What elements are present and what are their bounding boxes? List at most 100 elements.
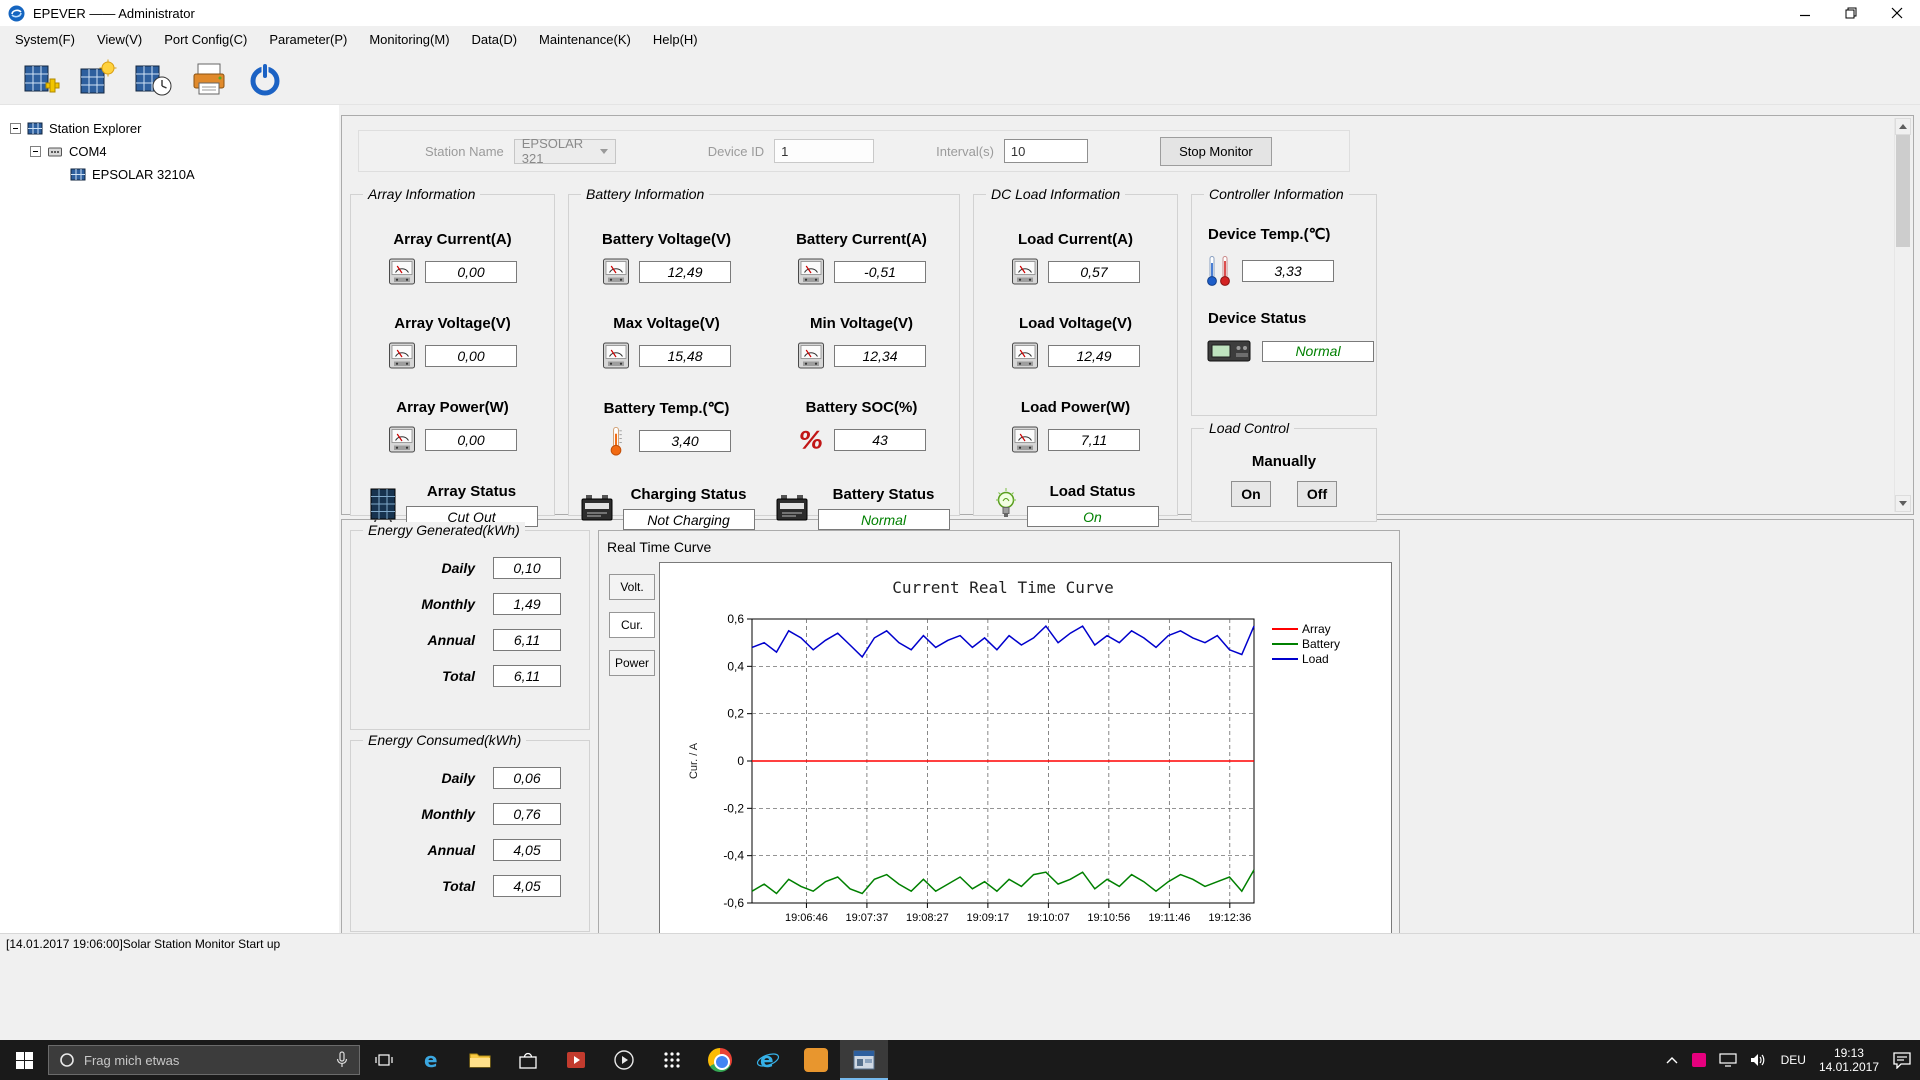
current-real-time-chart: Current Real Time Curve Cur. / A 0,6 0,4 0,2… [659, 562, 1392, 948]
tree-node-station-explorer[interactable]: Station Explorer [0, 117, 339, 140]
tray-pink-app-icon[interactable] [1691, 1053, 1706, 1067]
svg-text:Cur. / A: Cur. / A [688, 742, 700, 779]
print-data-button[interactable] [188, 58, 230, 100]
tray-monitor-icon[interactable] [1718, 1053, 1737, 1067]
menu-data[interactable]: Data(D) [461, 27, 529, 52]
tab-cur[interactable]: Cur. [609, 612, 655, 638]
svg-text:19:06:46: 19:06:46 [785, 912, 828, 924]
svg-text:-0,6: -0,6 [723, 896, 744, 910]
svg-text:19:10:56: 19:10:56 [1087, 912, 1130, 924]
content-area: Station Explorer COM4 EPSOLAR 3210A Stat… [0, 105, 1920, 960]
controller-information-group: Controller Information Device Temp.(℃) 3… [1191, 186, 1377, 416]
scrollbar-track[interactable] [1895, 135, 1911, 495]
metric-array-power: Array Power(W) 0,00 [351, 399, 554, 455]
tray-chevron-up-icon[interactable] [1665, 1055, 1679, 1065]
taskbar-epever-monitor-active[interactable] [840, 1040, 888, 1080]
action-center-icon[interactable] [1892, 1051, 1912, 1069]
group-title: Battery Information [581, 186, 710, 202]
tab-power[interactable]: Power [609, 650, 655, 676]
taskbar-epsolar-tool[interactable] [792, 1040, 840, 1080]
realtime-info-panel: Station Name EPSOLAR 321 Device ID 1 Int… [341, 115, 1914, 530]
gauge-meter-icon [388, 256, 416, 287]
menu-view[interactable]: View(V) [86, 27, 153, 52]
restore-icon [1845, 7, 1857, 19]
array-information-group: Array Information Array Current(A) 0,00 … [350, 186, 555, 527]
scroll-down-button[interactable] [1895, 495, 1911, 512]
interval-input[interactable]: 10 [1003, 139, 1088, 163]
close-button[interactable] [1874, 0, 1920, 26]
tree-label: Station Explorer [49, 121, 142, 136]
vertical-scrollbar[interactable] [1894, 118, 1911, 512]
taskbar-edge[interactable]: e [408, 1040, 456, 1080]
thermometer-pair-icon [1206, 254, 1232, 288]
group-title: Energy Generated(kWh) [363, 522, 525, 538]
svg-text:0,2: 0,2 [727, 707, 744, 721]
main-panel: Station Name EPSOLAR 321 Device ID 1 Int… [339, 105, 1920, 960]
taskbar-clock[interactable]: 19:13 14.01.2017 [1819, 1046, 1879, 1074]
status-log: [14.01.2017 19:06:00]Solar Station Monit… [0, 933, 1920, 953]
metric-load-power: Load Power(W) 7,11 [974, 399, 1177, 455]
menu-parameter[interactable]: Parameter(P) [258, 27, 358, 52]
station-name-select[interactable]: EPSOLAR 321 [513, 136, 616, 166]
taskbar-internet-explorer[interactable]: e [744, 1040, 792, 1080]
group-title: Load Control [1204, 420, 1295, 436]
interval-value: 10 [1010, 143, 1026, 159]
menu-help[interactable]: Help(H) [642, 27, 709, 52]
menu-port-config[interactable]: Port Config(C) [153, 27, 258, 52]
station-config-button[interactable] [76, 58, 118, 100]
stop-monitor-button[interactable]: Stop Monitor [1159, 136, 1272, 166]
realtime-monitor-button[interactable] [132, 58, 174, 100]
clock-date: 14.01.2017 [1818, 1060, 1879, 1074]
taskbar-file-explorer[interactable] [456, 1040, 504, 1080]
battery-soc-value: 43 [834, 428, 926, 451]
com-port-icon [47, 144, 63, 160]
energy-consumed-group: Energy Consumed(kWh) Daily 0,06 Monthly 0,… [350, 732, 590, 932]
tab-volt[interactable]: Volt. [609, 574, 655, 600]
taskbar-app-grid[interactable] [648, 1040, 696, 1080]
menu-system[interactable]: System(F) [4, 27, 86, 52]
energy-gen-monthly: 1,49 [493, 593, 561, 615]
load-off-button[interactable]: Off [1297, 481, 1337, 507]
menu-maintenance[interactable]: Maintenance(K) [528, 27, 642, 52]
chevron-down-icon [599, 148, 608, 154]
load-on-button[interactable]: On [1231, 481, 1271, 507]
gauge-meter-icon [602, 256, 630, 287]
group-title: DC Load Information [986, 186, 1126, 202]
taskbar-store[interactable] [504, 1040, 552, 1080]
minimize-button[interactable] [1782, 0, 1828, 26]
svg-text:19:12:36: 19:12:36 [1208, 912, 1251, 924]
scroll-up-button[interactable] [1895, 118, 1911, 135]
taskbar-video-app[interactable] [552, 1040, 600, 1080]
station-name-value: EPSOLAR 321 [521, 136, 584, 166]
taskbar-media-app[interactable] [600, 1040, 648, 1080]
tree-label: COM4 [69, 144, 107, 159]
restore-button[interactable] [1828, 0, 1874, 26]
chrome-icon [708, 1048, 732, 1072]
scrollbar-thumb[interactable] [1896, 135, 1910, 247]
svg-text:-0,2: -0,2 [723, 801, 744, 815]
add-station-button[interactable] [20, 58, 62, 100]
tree-node-com4[interactable]: COM4 [0, 140, 339, 163]
start-button[interactable] [0, 1040, 48, 1080]
cortana-search-box[interactable]: Frag mich etwas [48, 1045, 360, 1075]
power-exit-button[interactable] [244, 58, 286, 100]
load-current-value: 0,57 [1048, 260, 1140, 283]
task-view-button[interactable] [360, 1040, 408, 1080]
menu-monitoring[interactable]: Monitoring(M) [358, 27, 460, 52]
epsolar-tool-icon [804, 1048, 828, 1072]
device-id-input[interactable]: 1 [774, 139, 875, 163]
collapse-icon[interactable] [10, 123, 21, 134]
microphone-icon[interactable] [335, 1051, 349, 1069]
load-control-group: Load Control Manually On Off [1191, 420, 1377, 522]
collapse-icon[interactable] [30, 146, 41, 157]
load-voltage-value: 12,49 [1048, 344, 1140, 367]
tree-node-epsolar-3210a[interactable]: EPSOLAR 3210A [0, 163, 339, 186]
svg-text:Array: Array [1302, 622, 1331, 636]
svg-text:Battery: Battery [1302, 637, 1340, 651]
language-indicator[interactable]: DEU [1781, 1053, 1806, 1067]
tray-speaker-icon[interactable] [1750, 1053, 1768, 1067]
add-station-icon [24, 65, 60, 92]
gauge-meter-icon [388, 424, 416, 455]
taskbar-chrome[interactable] [696, 1040, 744, 1080]
array-current-value: 0,00 [425, 260, 517, 283]
